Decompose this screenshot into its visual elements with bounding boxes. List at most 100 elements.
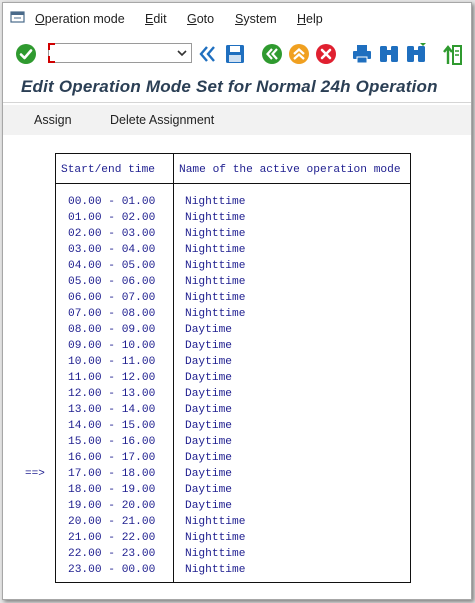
application-toolbar: Assign Delete Assignment bbox=[3, 105, 471, 135]
assign-button[interactable]: Assign bbox=[34, 113, 72, 127]
table-row[interactable]: 12.00 - 13.00 Daytime bbox=[56, 388, 410, 404]
table-row[interactable]: 17.00 - 18.00 Daytime bbox=[56, 468, 410, 484]
menu-goto[interactable]: Goto bbox=[187, 12, 214, 26]
mode-cell: Nighttime bbox=[185, 276, 246, 288]
menu-goto-mnemonic: G bbox=[187, 12, 197, 26]
mode-cell: Daytime bbox=[185, 388, 232, 400]
menu-edit-rest: dit bbox=[153, 12, 167, 26]
table-row[interactable]: 13.00 - 14.00 Daytime bbox=[56, 404, 410, 420]
table-row[interactable]: 22.00 - 23.00 Nighttime bbox=[56, 548, 410, 564]
table-row[interactable]: 06.00 - 07.00 Nighttime bbox=[56, 292, 410, 308]
mode-cell: Nighttime bbox=[185, 212, 246, 224]
collapse-left-icon[interactable] bbox=[198, 45, 218, 63]
time-cell: 05.00 - 06.00 bbox=[68, 276, 156, 288]
table-row[interactable]: 01.00 - 02.00 Nighttime bbox=[56, 212, 410, 228]
exit-icon[interactable] bbox=[288, 43, 310, 65]
command-field[interactable] bbox=[48, 43, 192, 63]
table-row[interactable]: 14.00 - 15.00 Daytime bbox=[56, 420, 410, 436]
menu-help-rest: elp bbox=[306, 12, 323, 26]
time-cell: 13.00 - 14.00 bbox=[68, 404, 156, 416]
time-cell: 14.00 - 15.00 bbox=[68, 420, 156, 432]
mode-cell: Nighttime bbox=[185, 292, 246, 304]
print-icon[interactable] bbox=[351, 43, 373, 65]
time-cell: 21.00 - 22.00 bbox=[68, 532, 156, 544]
table-row[interactable]: 07.00 - 08.00 Nighttime bbox=[56, 308, 410, 324]
command-input[interactable] bbox=[52, 45, 174, 62]
table-row[interactable]: 16.00 - 17.00 Daytime bbox=[56, 452, 410, 468]
table-row[interactable]: 02.00 - 03.00 Nighttime bbox=[56, 228, 410, 244]
menu-help-mnemonic: H bbox=[297, 12, 307, 26]
time-cell: 07.00 - 08.00 bbox=[68, 308, 156, 320]
command-dropdown-icon[interactable] bbox=[176, 47, 188, 59]
table-row[interactable]: 10.00 - 11.00 Daytime bbox=[56, 356, 410, 372]
standard-toolbar bbox=[3, 37, 471, 75]
mode-cell: Daytime bbox=[185, 372, 232, 384]
table-row[interactable]: 11.00 - 12.00 Daytime bbox=[56, 372, 410, 388]
menu-operation-mode-rest: peration mode bbox=[44, 12, 125, 26]
header-operation-mode: Name of the active operation mode bbox=[179, 164, 401, 176]
first-page-icon[interactable] bbox=[441, 42, 463, 66]
mode-cell: Nighttime bbox=[185, 532, 246, 544]
mode-cell: Daytime bbox=[185, 340, 232, 352]
time-cell: 19.00 - 20.00 bbox=[68, 500, 156, 512]
mode-cell: Nighttime bbox=[185, 516, 246, 528]
table-row[interactable]: 00.00 - 01.00 Nighttime bbox=[56, 196, 410, 212]
title-divider bbox=[3, 102, 471, 103]
menu-bar: Operation mode Edit Goto System Help bbox=[3, 3, 471, 35]
find-icon[interactable] bbox=[378, 43, 400, 65]
table-row[interactable]: 21.00 - 22.00 Nighttime bbox=[56, 532, 410, 548]
table-row[interactable]: 03.00 - 04.00 Nighttime bbox=[56, 244, 410, 260]
menu-operation-mode-mnemonic: O bbox=[35, 12, 45, 26]
menu-edit[interactable]: Edit bbox=[145, 12, 167, 26]
header-start-end-time: Start/end time bbox=[61, 164, 155, 176]
mode-cell: Daytime bbox=[185, 468, 232, 480]
table-row[interactable]: 05.00 - 06.00 Nighttime bbox=[56, 276, 410, 292]
enter-check-icon[interactable] bbox=[15, 43, 37, 65]
table-row[interactable]: 18.00 - 19.00 Daytime bbox=[56, 484, 410, 500]
time-cell: 20.00 - 21.00 bbox=[68, 516, 156, 528]
mode-cell: Nighttime bbox=[185, 196, 246, 208]
time-cell: 06.00 - 07.00 bbox=[68, 292, 156, 304]
window-menu-icon[interactable] bbox=[10, 11, 26, 25]
mode-cell: Nighttime bbox=[185, 260, 246, 272]
mode-cell: Daytime bbox=[185, 500, 232, 512]
delete-assignment-button[interactable]: Delete Assignment bbox=[110, 113, 214, 127]
time-cell: 01.00 - 02.00 bbox=[68, 212, 156, 224]
menu-goto-rest: oto bbox=[196, 12, 215, 26]
table-row[interactable]: 19.00 - 20.00 Daytime bbox=[56, 500, 410, 516]
sap-window: Operation mode Edit Goto System Help Edi… bbox=[2, 2, 472, 600]
mode-cell: Daytime bbox=[185, 436, 232, 448]
time-cell: 18.00 - 19.00 bbox=[68, 484, 156, 496]
time-cell: 11.00 - 12.00 bbox=[68, 372, 156, 384]
time-cell: 23.00 - 00.00 bbox=[68, 564, 156, 576]
table-row[interactable]: 08.00 - 09.00 Daytime bbox=[56, 324, 410, 340]
mode-cell: Daytime bbox=[185, 420, 232, 432]
back-icon[interactable] bbox=[261, 43, 283, 65]
table-row[interactable]: 20.00 - 21.00 Nighttime bbox=[56, 516, 410, 532]
mode-cell: Nighttime bbox=[185, 228, 246, 240]
cancel-icon[interactable] bbox=[315, 43, 337, 65]
menu-operation-mode[interactable]: Operation mode bbox=[35, 12, 125, 26]
table-row[interactable]: 04.00 - 05.00 Nighttime bbox=[56, 260, 410, 276]
time-cell: 22.00 - 23.00 bbox=[68, 548, 156, 560]
time-cell: 17.00 - 18.00 bbox=[68, 468, 156, 480]
time-cell: 16.00 - 17.00 bbox=[68, 452, 156, 464]
time-cell: 00.00 - 01.00 bbox=[68, 196, 156, 208]
time-cell: 02.00 - 03.00 bbox=[68, 228, 156, 240]
menu-system[interactable]: System bbox=[235, 12, 277, 26]
mode-cell: Daytime bbox=[185, 324, 232, 336]
mode-cell: Daytime bbox=[185, 356, 232, 368]
save-icon[interactable] bbox=[224, 43, 246, 65]
mode-cell: Nighttime bbox=[185, 244, 246, 256]
time-cell: 03.00 - 04.00 bbox=[68, 244, 156, 256]
table-row[interactable]: 09.00 - 10.00 Daytime bbox=[56, 340, 410, 356]
time-cell: 08.00 - 09.00 bbox=[68, 324, 156, 336]
menu-help[interactable]: Help bbox=[297, 12, 323, 26]
table-row[interactable]: 15.00 - 16.00 Daytime bbox=[56, 436, 410, 452]
find-next-icon[interactable] bbox=[405, 43, 427, 65]
page-title: Edit Operation Mode Set for Normal 24h O… bbox=[21, 77, 438, 96]
current-row-marker: ==> bbox=[25, 468, 45, 480]
table-row[interactable]: 23.00 - 00.00 Nighttime bbox=[56, 564, 410, 580]
mode-cell: Daytime bbox=[185, 404, 232, 416]
time-cell: 15.00 - 16.00 bbox=[68, 436, 156, 448]
